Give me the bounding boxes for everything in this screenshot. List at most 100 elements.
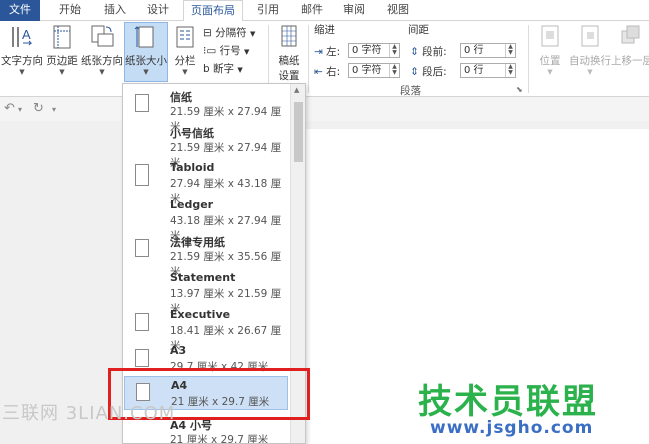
page-icon bbox=[135, 239, 149, 257]
indent-left-label: ⇥ 左: bbox=[314, 46, 341, 58]
paper-size-name: A3 bbox=[170, 344, 187, 357]
spinner-icon[interactable]: ▲ ▼ bbox=[505, 44, 515, 57]
tab-view[interactable]: 视图 bbox=[378, 0, 418, 21]
line-numbers-button[interactable]: ⁝▭ 行号 ▼ bbox=[203, 44, 249, 58]
undo-icon[interactable]: ↶ bbox=[4, 101, 15, 116]
margins-label: 页边距 bbox=[46, 55, 78, 67]
scroll-up-icon[interactable]: ▲ bbox=[294, 86, 299, 94]
columns-icon bbox=[176, 26, 194, 48]
page-icon bbox=[135, 349, 149, 367]
paper-size-name: Statement bbox=[170, 271, 236, 284]
manuscript-label-2: 设置 bbox=[278, 70, 300, 82]
paper-size-ledger[interactable]: Ledger 43.18 厘米 x 27.94 厘米 bbox=[124, 195, 288, 242]
chevron-down-icon: ▼ bbox=[19, 68, 25, 76]
orientation-label: 纸张方向 bbox=[81, 55, 123, 67]
text-direction-button[interactable]: A 文字方向 ▼ bbox=[1, 23, 43, 76]
hyphenation-button[interactable]: b 断字 ▼ bbox=[203, 62, 243, 76]
tab-page-layout[interactable]: 页面布局 bbox=[183, 0, 243, 22]
hyphenation-icon: b bbox=[203, 63, 210, 75]
ribbon: A 文字方向 ▼ 页边距 ▼ 纸张方向 ▼ 纸张大小 ▼ 分栏 ▼ ⊟ 分隔符 … bbox=[0, 21, 649, 97]
paper-size-executive[interactable]: Executive 18.41 厘米 x 26.67 厘米 bbox=[124, 305, 288, 352]
spinner-icon[interactable]: ▲ ▼ bbox=[505, 64, 515, 77]
divider bbox=[528, 25, 529, 93]
paper-size-icon bbox=[134, 26, 154, 48]
chevron-down-icon: ▼ bbox=[547, 68, 553, 76]
bring-forward-icon bbox=[621, 25, 640, 44]
tab-insert[interactable]: 插入 bbox=[95, 0, 135, 21]
manuscript-icon bbox=[281, 25, 297, 47]
paper-size-statement[interactable]: Statement 13.97 厘米 x 21.59 厘米 bbox=[124, 268, 288, 315]
dialog-launcher-icon[interactable]: ⬊ bbox=[516, 83, 523, 97]
quick-access-toolbar: ↶ ▾ ↻ ▾ bbox=[0, 97, 649, 121]
spacing-before-input[interactable]: 0 行 ▲ ▼ bbox=[460, 43, 516, 58]
paper-size-name: 法律专用纸 bbox=[170, 236, 225, 249]
spinner-icon[interactable]: ▲ ▼ bbox=[389, 44, 399, 57]
position-icon bbox=[541, 25, 559, 47]
redo-icon[interactable]: ↻ bbox=[33, 101, 44, 116]
chevron-down-icon: ▼ bbox=[143, 68, 149, 76]
paper-size-name: 信纸 bbox=[170, 91, 192, 104]
paper-size-name: Ledger bbox=[170, 198, 214, 211]
page-icon bbox=[135, 94, 149, 112]
wrap-text-button[interactable]: 自动换行 ▼ bbox=[568, 23, 612, 76]
tab-design[interactable]: 设计 bbox=[138, 0, 178, 21]
paper-size-name: 小号信纸 bbox=[170, 127, 214, 140]
chevron-down-icon: ▼ bbox=[237, 66, 243, 74]
chevron-down-icon: ▼ bbox=[59, 68, 65, 76]
tab-mailings[interactable]: 邮件 bbox=[292, 0, 332, 21]
wrap-text-icon bbox=[581, 25, 599, 47]
indent-right-icon: ⇤ bbox=[314, 66, 323, 78]
paper-size-letter[interactable]: 信纸 21.59 厘米 x 27.94 厘米 bbox=[124, 86, 288, 133]
watermark-left: 三联网 3LIAN.COM bbox=[2, 403, 176, 424]
manuscript-label: 稿纸 bbox=[278, 55, 300, 67]
orientation-icon bbox=[91, 25, 114, 47]
breaks-icon: ⊟ bbox=[203, 27, 212, 39]
columns-button[interactable]: 分栏 ▼ bbox=[170, 23, 200, 76]
page-icon bbox=[135, 164, 149, 186]
orientation-button[interactable]: 纸张方向 ▼ bbox=[80, 23, 124, 76]
paper-size-label: 纸张大小 bbox=[125, 55, 167, 67]
position-button[interactable]: 位置 ▼ bbox=[533, 23, 567, 76]
tab-references[interactable]: 引用 bbox=[248, 0, 288, 21]
chevron-down-icon: ▼ bbox=[587, 68, 593, 76]
paper-size-tabloid[interactable]: Tabloid 27.94 厘米 x 43.18 厘米 bbox=[124, 158, 288, 205]
scrollbar-thumb[interactable] bbox=[294, 102, 303, 162]
wrap-text-label: 自动换行 bbox=[569, 55, 611, 67]
chevron-down-icon: ▼ bbox=[182, 68, 188, 76]
text-direction-label: 文字方向 bbox=[1, 55, 43, 67]
hyphenation-label: 断字 bbox=[213, 63, 235, 75]
line-numbers-label: 行号 bbox=[219, 45, 241, 57]
bring-forward-button[interactable]: 上移一层 bbox=[611, 23, 649, 68]
chevron-down-icon: ▼ bbox=[243, 48, 250, 56]
divider bbox=[308, 25, 309, 93]
chevron-down-icon[interactable]: ▾ bbox=[52, 105, 56, 114]
manuscript-button[interactable]: 稿纸 设置 bbox=[272, 23, 306, 83]
breaks-label: 分隔符 bbox=[215, 27, 247, 39]
columns-label: 分栏 bbox=[174, 55, 196, 67]
paper-size-button[interactable]: 纸张大小 ▼ bbox=[124, 22, 168, 82]
spinner-icon[interactable]: ▲ ▼ bbox=[389, 64, 399, 77]
ribbon-tab-bar: 文件 开始 插入 设计 页面布局 引用 邮件 审阅 视图 bbox=[0, 0, 649, 22]
spacing-before-icon: ⇕ bbox=[410, 46, 419, 58]
paper-size-legal[interactable]: 法律专用纸 21.59 厘米 x 35.56 厘米 bbox=[124, 231, 288, 278]
spacing-after-input[interactable]: 0 行 ▲ ▼ bbox=[460, 63, 516, 78]
chevron-down-icon[interactable]: ▾ bbox=[18, 105, 22, 114]
paper-size-small-letter[interactable]: 小号信纸 21.59 厘米 x 27.94 厘米 bbox=[124, 122, 288, 169]
indent-right-input[interactable]: 0 字符 ▲ ▼ bbox=[348, 63, 400, 78]
margins-button[interactable]: 页边距 ▼ bbox=[42, 23, 82, 76]
bring-forward-label: 上移一层 bbox=[611, 55, 649, 67]
chevron-down-icon: ▼ bbox=[250, 30, 256, 38]
indent-left-input[interactable]: 0 字符 ▲ ▼ bbox=[348, 43, 400, 58]
tab-review[interactable]: 审阅 bbox=[334, 0, 374, 21]
paragraph-group-label: 段落 bbox=[400, 85, 421, 97]
breaks-button[interactable]: ⊟ 分隔符 ▼ bbox=[203, 26, 255, 40]
svg-text:A: A bbox=[22, 27, 31, 42]
tab-home[interactable]: 开始 bbox=[50, 0, 90, 21]
page-icon bbox=[135, 313, 149, 331]
text-direction-icon: A bbox=[12, 27, 33, 47]
tab-file[interactable]: 文件 bbox=[0, 0, 40, 21]
chevron-down-icon: ▼ bbox=[99, 68, 105, 76]
paper-size-name: Executive bbox=[170, 308, 231, 321]
indent-heading: 缩进 bbox=[314, 24, 335, 36]
paper-size-dims: 21 厘米 x 29.7 厘米 bbox=[170, 434, 269, 444]
